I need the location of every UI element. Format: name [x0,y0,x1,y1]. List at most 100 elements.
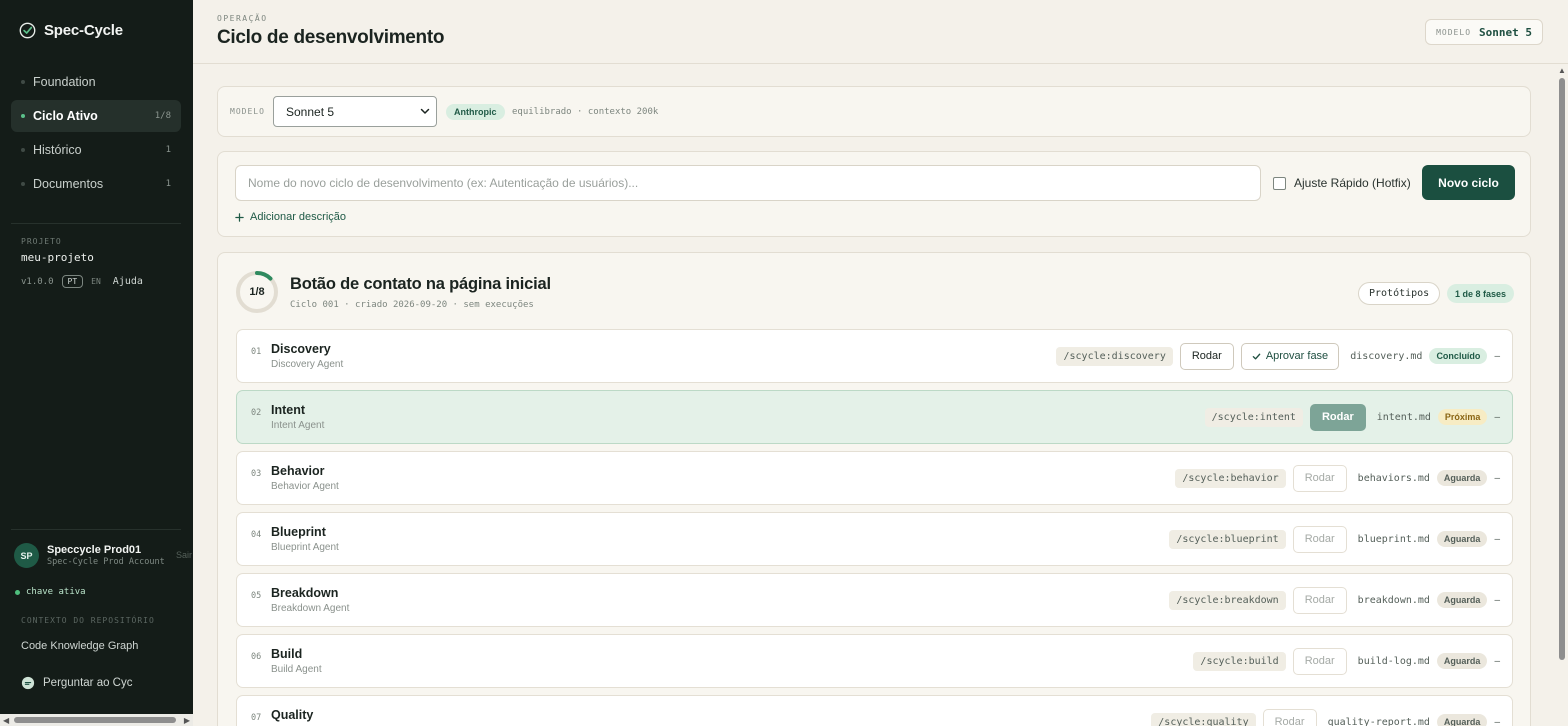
phase-agent: Blueprint Agent [271,542,339,553]
add-description-label: Adicionar descrição [250,211,346,223]
code-knowledge-graph-link[interactable]: Code Knowledge Graph [21,640,138,652]
model-select[interactable]: Sonnet 5 [273,96,437,127]
breadcrumb: OPERAÇÃO [217,14,268,23]
cycle-title: Botão de contato na página inicial [290,275,551,293]
user-account: Spec-Cycle Prod Account [47,557,165,567]
scroll-right-icon[interactable]: ▶ [184,716,190,725]
key-status: chave ativa [15,587,86,597]
phase-file[interactable]: discovery.md [1350,351,1422,362]
sidebar-item-count: 1 [165,145,171,155]
sidebar-item-ciclo-ativo[interactable]: Ciclo Ativo 1/8 [11,100,181,132]
phase-file[interactable]: quality-report.md [1328,717,1430,726]
phase-command: /scycle:intent [1204,407,1303,427]
phase-command: /scycle:behavior [1175,468,1286,488]
check-circle-icon [19,22,36,39]
scrollbar-thumb[interactable] [14,717,176,723]
phase-extra: – [1494,655,1500,667]
status-badge: Aguarda [1436,592,1488,608]
sidebar-item-foundation[interactable]: Foundation [11,66,181,98]
sidebar-divider [11,529,181,530]
status-dot-icon [15,589,20,595]
sidebar: Spec-Cycle Foundation Ciclo Ativo 1/8 Histó… [0,0,193,726]
phase-extra: – [1494,716,1500,726]
run-button[interactable]: Rodar [1292,525,1347,553]
run-button[interactable]: Rodar [1292,586,1347,614]
scrollbar-thumb[interactable] [1559,78,1565,660]
phase-file[interactable]: blueprint.md [1358,534,1430,545]
brand[interactable]: Spec-Cycle [19,22,123,39]
hotfix-checkbox[interactable]: Ajuste Rápido (Hotfix) [1273,176,1411,190]
avatar: SP [14,543,39,568]
model-indicator[interactable]: MODELO Sonnet 5 [1425,19,1543,45]
phase-number: 02 [251,408,262,418]
phase-extra: – [1494,533,1500,545]
model-indicator-label: MODELO [1436,27,1472,37]
phase-file[interactable]: build-log.md [1358,656,1430,667]
new-cycle-card: Nome do novo ciclo de desenvolvimento (e… [217,151,1531,237]
phase-name: Intent [271,403,306,417]
sidebar-item-label: Foundation [33,75,96,89]
project-version: v1.0.0 [21,276,54,287]
phase-number: 04 [251,530,262,540]
project-meta: v1.0.0 PT EN Ajuda [21,275,143,288]
phase-row-blueprint: 04 Blueprint Blueprint Agent/scycle:bluepr… [236,512,1513,566]
phase-number: 07 [251,713,262,723]
phase-row-discovery: 01 Discovery Discovery Agent/scycle:discov… [236,329,1513,383]
phase-agent: Intent Agent [271,420,325,431]
key-status-text: chave ativa [26,587,86,597]
ask-cyc-button[interactable]: Perguntar ao Cyc [21,676,133,690]
scroll-up-icon[interactable]: ▲ [1558,66,1566,75]
checkbox-box[interactable] [1273,176,1286,190]
phase-row-quality: 07 Quality/scycle:quality Rodar quality-rep… [236,695,1513,726]
model-select-value: Sonnet 5 [286,104,335,119]
user-profile[interactable]: SP Speccycle Prod01 Spec-Cycle Prod Acco… [14,543,194,568]
horizontal-scrollbar[interactable]: ◀ ▶ [0,714,193,726]
phase-number: 01 [251,347,262,357]
run-button[interactable]: Rodar [1179,342,1234,370]
phase-number: 06 [251,652,262,662]
phase-name: Discovery [271,342,331,356]
sidebar-item-count: 1 [165,179,171,189]
phase-file[interactable]: intent.md [1377,412,1431,423]
model-indicator-value: Sonnet 5 [1479,25,1532,39]
sidebar-divider [11,223,181,224]
logout-button[interactable]: Sair [176,550,192,560]
run-button[interactable]: Rodar [1292,464,1347,492]
phase-extra: – [1494,594,1500,606]
add-description-button[interactable]: Adicionar descrição [235,211,346,223]
phase-extra: – [1494,411,1500,423]
new-cycle-name-input[interactable]: Nome do novo ciclo de desenvolvimento (e… [235,165,1261,201]
phase-number: 03 [251,469,262,479]
language-en-toggle[interactable]: EN [91,277,101,286]
run-button[interactable]: Rodar [1262,708,1317,726]
repo-context-label: CONTEXTO DO REPOSITÓRIO [21,616,155,625]
project-name[interactable]: meu-projeto [21,251,94,264]
phase-file[interactable]: breakdown.md [1358,595,1430,606]
vertical-scrollbar[interactable]: ▲ [1556,64,1568,726]
new-cycle-button[interactable]: Novo ciclo [1422,165,1515,200]
help-link[interactable]: Ajuda [113,276,143,287]
phase-command: /scycle:discovery [1056,346,1173,366]
phase-row-breakdown: 05 Breakdown Breakdown Agent/scycle:breakd… [236,573,1513,627]
phase-file[interactable]: behaviors.md [1358,473,1430,484]
prototypes-button[interactable]: Protótipos [1358,282,1441,305]
status-badge: Próxima [1437,409,1488,425]
sidebar-item-hist-rico[interactable]: Histórico 1 [11,134,181,166]
status-badge: Concluído [1429,348,1488,364]
user-name: Speccycle Prod01 [47,544,142,556]
model-label: MODELO [230,107,265,116]
approve-phase-button[interactable]: Aprovar fase [1240,342,1340,370]
phase-command: /scycle:blueprint [1169,529,1286,549]
cycle-card: 1/8 Botão de contato na página inicial C… [217,252,1531,726]
phase-command: /scycle:breakdown [1169,590,1286,610]
run-button[interactable]: Rodar [1309,403,1366,431]
sidebar-item-label: Documentos [33,177,104,191]
phase-agent: Build Agent [271,664,322,675]
language-pt-toggle[interactable]: PT [61,275,84,288]
sidebar-item-count: 1/8 [154,111,171,121]
phase-extra: – [1494,472,1500,484]
run-button[interactable]: Rodar [1292,647,1347,675]
scroll-left-icon[interactable]: ◀ [3,716,9,725]
sidebar-item-documentos[interactable]: Documentos 1 [11,168,181,200]
provider-badge: Anthropic [446,104,505,120]
